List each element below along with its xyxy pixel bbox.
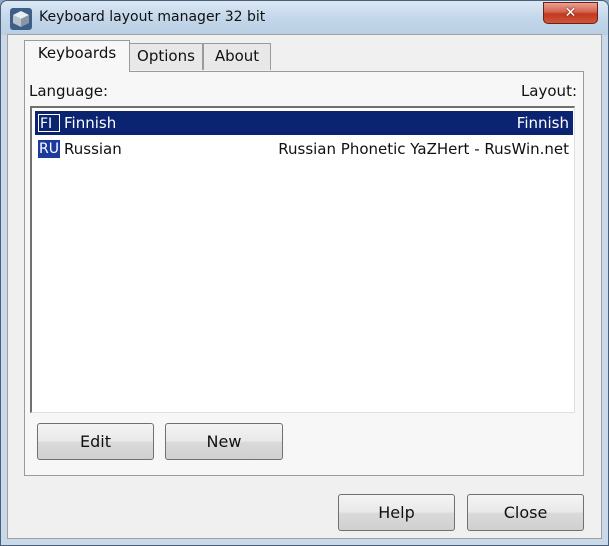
tab-keyboards-label: Keyboards (37, 44, 117, 62)
language-column-header: Language: (29, 82, 109, 100)
list-item-language: Russian (64, 140, 122, 158)
window-title: Keyboard layout manager 32 bit (39, 9, 266, 25)
close-icon: ✕ (564, 5, 577, 21)
keyboard-cube-icon (10, 8, 32, 30)
window-close-button[interactable]: ✕ (543, 2, 598, 24)
list-item-language: Finnish (64, 114, 117, 132)
language-flag-icon: RU (38, 140, 60, 158)
close-button[interactable]: Close (467, 494, 584, 531)
tab-about-label: About (214, 47, 260, 65)
list-item-layout: Finnish (516, 114, 569, 132)
list-item-layout: Russian Phonetic YaZHert - RusWin.net (278, 140, 569, 158)
tab-about[interactable]: About (203, 43, 271, 70)
help-button[interactable]: Help (338, 494, 455, 531)
edit-button[interactable]: Edit (37, 423, 154, 460)
tab-keyboards[interactable]: Keyboards (24, 40, 130, 72)
tab-options[interactable]: Options (129, 43, 203, 70)
keyboards-panel: Language: Layout: FI Finnish Finnish RU … (24, 71, 584, 476)
app-window: Keyboard layout manager 32 bit ✕ Keyboar… (0, 0, 609, 546)
list-item[interactable]: FI Finnish Finnish (35, 111, 573, 135)
list-item[interactable]: RU Russian Russian Phonetic YaZHert - Ru… (35, 137, 573, 161)
keyboard-list[interactable]: FI Finnish Finnish RU Russian Russian Ph… (30, 106, 575, 413)
tab-options-label: Options (137, 47, 195, 65)
layout-column-header: Layout: (520, 82, 577, 100)
new-button[interactable]: New (165, 423, 283, 460)
language-flag-icon: FI (38, 114, 60, 132)
client-area: Keyboards Options About Language: Layout… (7, 34, 602, 539)
title-bar[interactable]: Keyboard layout manager 32 bit ✕ (1, 1, 608, 35)
